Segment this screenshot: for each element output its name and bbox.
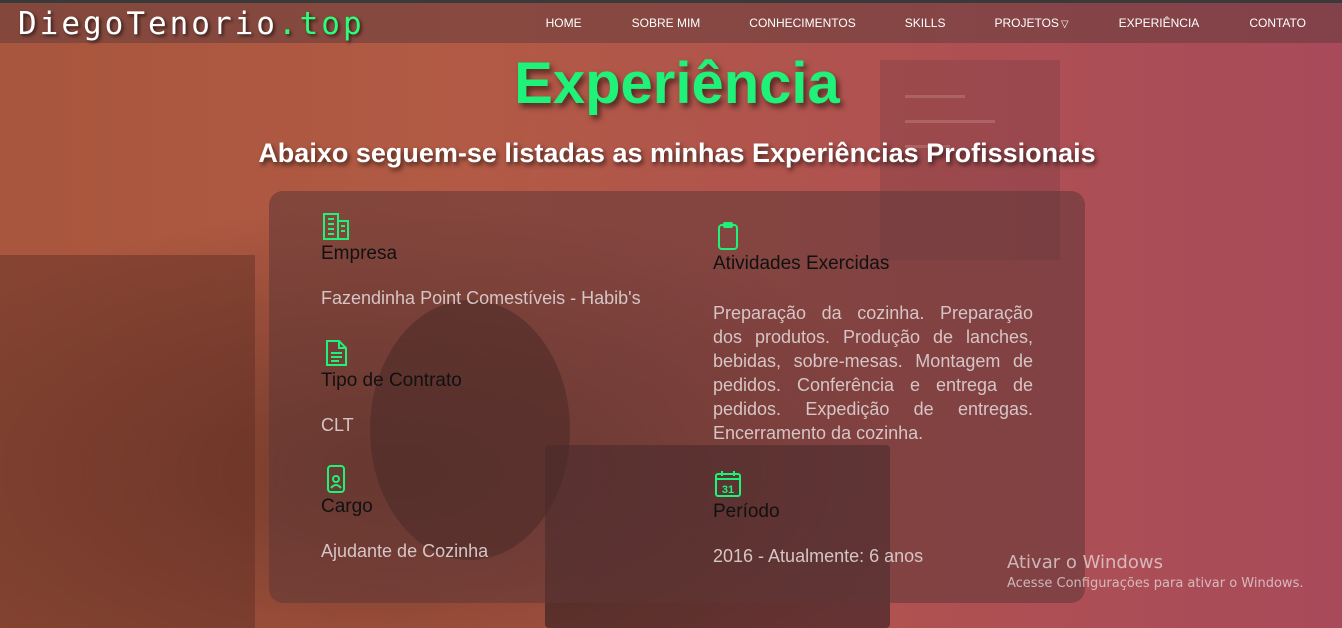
nav-link-contato[interactable]: CONTATO [1249, 16, 1306, 30]
empresa-value: Fazendinha Point Comestíveis - Habib's [321, 288, 641, 308]
nav-link-conhecimentos[interactable]: CONHECIMENTOS [749, 16, 855, 30]
nav-link-projetos-label: PROJETOS [994, 16, 1059, 30]
field-cargo: Cargo Ajudante de Cozinha [321, 464, 488, 562]
experience-card: Empresa Fazendinha Point Comestíveis - H… [269, 191, 1085, 603]
triangle-down-icon: ▽ [1060, 19, 1069, 30]
cargo-label: Cargo [321, 496, 373, 517]
logo-name: DiegoTenorio [18, 6, 278, 42]
empresa-label: Empresa [321, 243, 398, 264]
field-periodo: 31 Período 2016 - Atualmente: 6 anos [713, 469, 923, 567]
calendar-day: 31 [722, 484, 734, 496]
field-tipo-contrato: Tipo de Contrato CLT [321, 338, 462, 436]
logo-tld: .top [277, 6, 365, 42]
badge-icon [327, 465, 345, 493]
nav-links: HOME SOBRE MIM CONHECIMENTOS SKILLS PROJ… [546, 16, 1306, 30]
nav-link-home[interactable]: HOME [546, 16, 582, 30]
page-title: Experiência [514, 51, 840, 116]
site-logo[interactable]: DiegoTenorio.top [18, 6, 365, 42]
clipboard-icon [718, 222, 738, 250]
navbar: DiegoTenorio.top HOME SOBRE MIM CONHECIM… [0, 0, 1342, 43]
document-icon [326, 340, 347, 366]
field-atividades: Atividades Exercidas Preparação da cozin… [713, 221, 1033, 445]
building-icon [323, 213, 349, 240]
nav-link-projetos[interactable]: PROJETOS ▽ [994, 16, 1068, 30]
watermark-subtitle: Acesse Configurações para ativar o Windo… [1007, 576, 1304, 591]
background-code-line [905, 120, 995, 123]
nav-link-skills[interactable]: SKILLS [905, 16, 946, 30]
background-shelf-left [0, 255, 255, 628]
watermark-title: Ativar o Windows [1007, 552, 1163, 573]
nav-link-sobre-mim[interactable]: SOBRE MIM [632, 16, 701, 30]
calendar-icon: 31 [715, 471, 741, 497]
windows-activation-watermark: Ativar o Windows Acesse Configurações pa… [1007, 552, 1303, 591]
cargo-value: Ajudante de Cozinha [321, 541, 489, 561]
nav-link-experiencia[interactable]: EXPERIÊNCIA [1119, 16, 1200, 30]
contrato-label: Tipo de Contrato [321, 370, 462, 391]
page-subtitle: Abaixo seguem-se listadas as minhas Expe… [258, 138, 1096, 168]
atividades-label: Atividades Exercidas [713, 253, 890, 274]
periodo-value: 2016 - Atualmente: 6 anos [713, 546, 924, 566]
field-empresa: Empresa Fazendinha Point Comestíveis - H… [321, 211, 641, 309]
atividades-value: Preparação da cozinha. Preparação dos pr… [713, 303, 1033, 443]
contrato-value: CLT [321, 415, 354, 435]
periodo-label: Período [713, 501, 780, 522]
